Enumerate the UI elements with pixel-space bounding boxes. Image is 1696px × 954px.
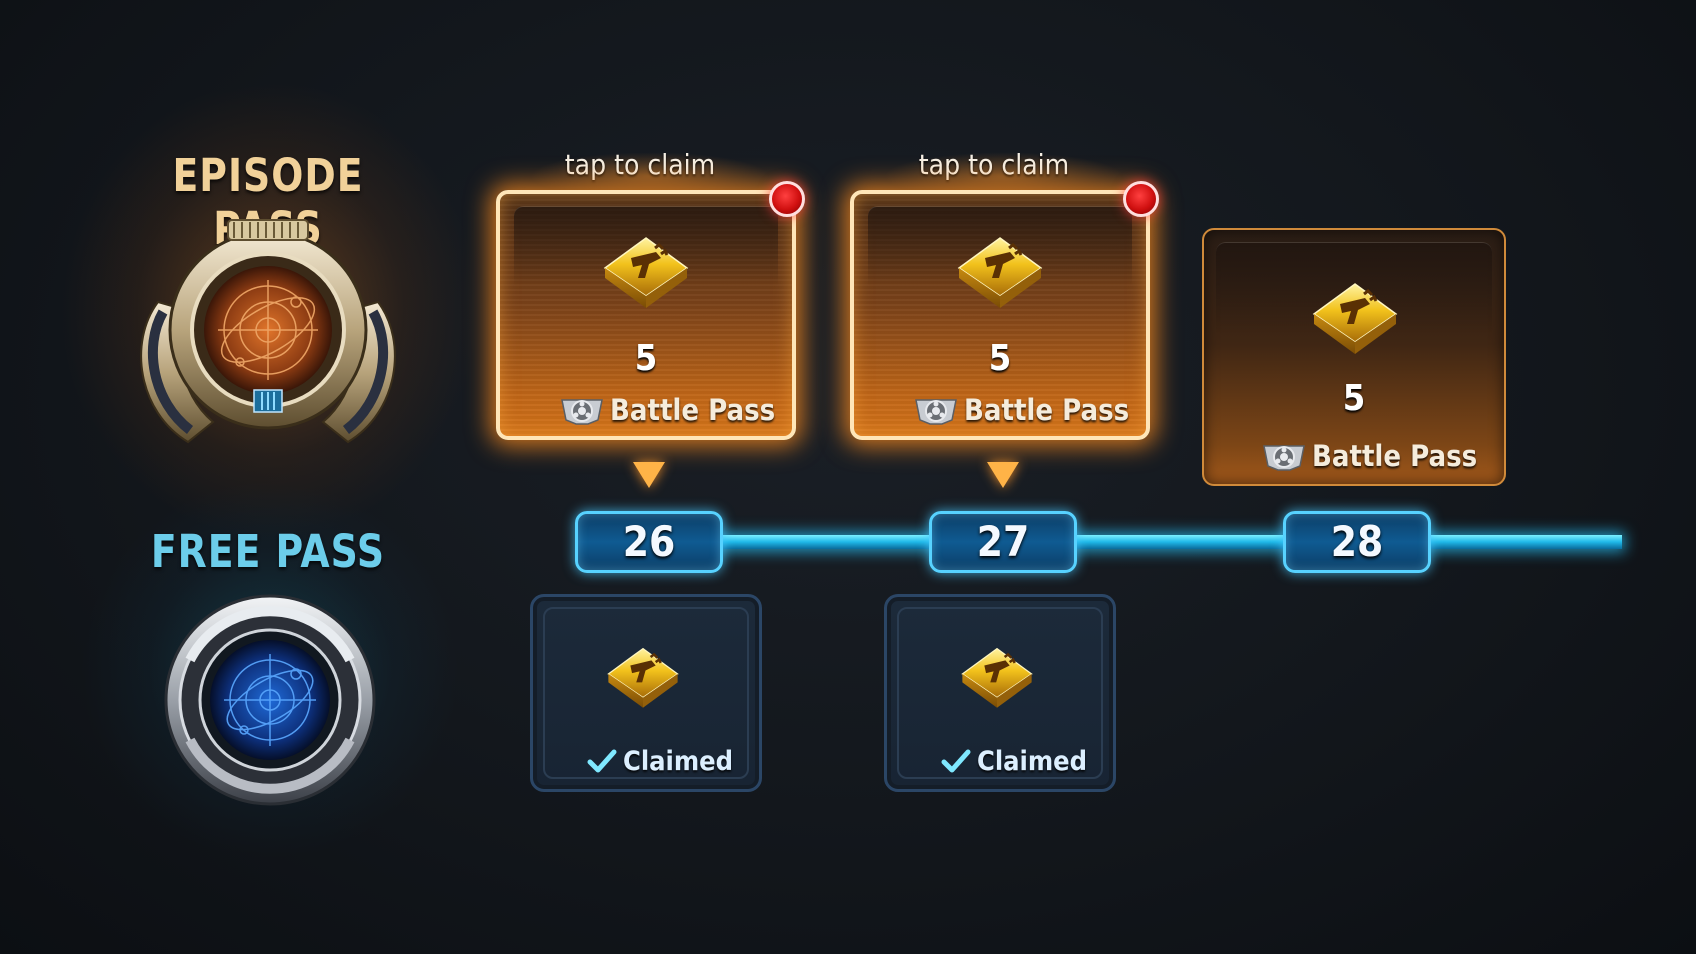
reward-amount: 5 bbox=[634, 338, 658, 379]
free-reward-card-27[interactable]: Claimed bbox=[884, 594, 1116, 792]
notification-dot bbox=[769, 181, 805, 217]
reward-crystal-icon bbox=[605, 645, 681, 713]
reward-amount: 5 bbox=[1342, 378, 1366, 419]
reward-crystal-icon bbox=[601, 234, 691, 314]
claimed-label: Claimed bbox=[623, 745, 734, 777]
battle-pass-icon bbox=[558, 392, 606, 428]
reward-crystal-icon bbox=[1310, 280, 1400, 360]
reward-crystal-icon bbox=[959, 645, 1035, 713]
battle-pass-label: Battle Pass bbox=[964, 393, 1130, 427]
free-pass-emblem-icon bbox=[164, 594, 376, 806]
claimed-status: Claimed bbox=[941, 743, 1087, 779]
battle-pass-tag: Battle Pass bbox=[1260, 436, 1477, 476]
premium-reward-card-28[interactable]: 5 Battle Pass bbox=[1202, 228, 1506, 486]
free-reward-card-26[interactable]: Claimed bbox=[530, 594, 762, 792]
free-pass-title: FREE PASS bbox=[150, 525, 386, 578]
checkmark-icon bbox=[941, 748, 971, 774]
battle-pass-label: Battle Pass bbox=[610, 393, 776, 427]
battle-pass-icon bbox=[1260, 438, 1308, 474]
episode-pass-emblem-icon bbox=[140, 219, 396, 444]
battle-pass-icon bbox=[912, 392, 960, 428]
battle-pass-tag: Battle Pass bbox=[558, 390, 775, 430]
notification-dot bbox=[1123, 181, 1159, 217]
level-badge-26: 26 bbox=[575, 511, 723, 573]
claimed-label: Claimed bbox=[977, 745, 1088, 777]
premium-reward-card-27[interactable]: 5 Battle Pass bbox=[850, 190, 1150, 440]
current-level-pointer-icon bbox=[633, 462, 665, 488]
current-level-pointer-icon bbox=[987, 462, 1019, 488]
claimed-status: Claimed bbox=[587, 743, 733, 779]
battle-pass-label: Battle Pass bbox=[1312, 439, 1478, 473]
level-badge-27: 27 bbox=[929, 511, 1077, 573]
reward-crystal-icon bbox=[955, 234, 1045, 314]
tap-to-claim-label: tap to claim bbox=[564, 148, 716, 181]
checkmark-icon bbox=[587, 748, 617, 774]
reward-amount: 5 bbox=[988, 338, 1012, 379]
progress-track bbox=[640, 535, 1622, 549]
level-badge-28: 28 bbox=[1283, 511, 1431, 573]
premium-reward-card-26[interactable]: 5 Battle Pass bbox=[496, 190, 796, 440]
battle-pass-tag: Battle Pass bbox=[912, 390, 1129, 430]
tap-to-claim-label: tap to claim bbox=[918, 148, 1070, 181]
